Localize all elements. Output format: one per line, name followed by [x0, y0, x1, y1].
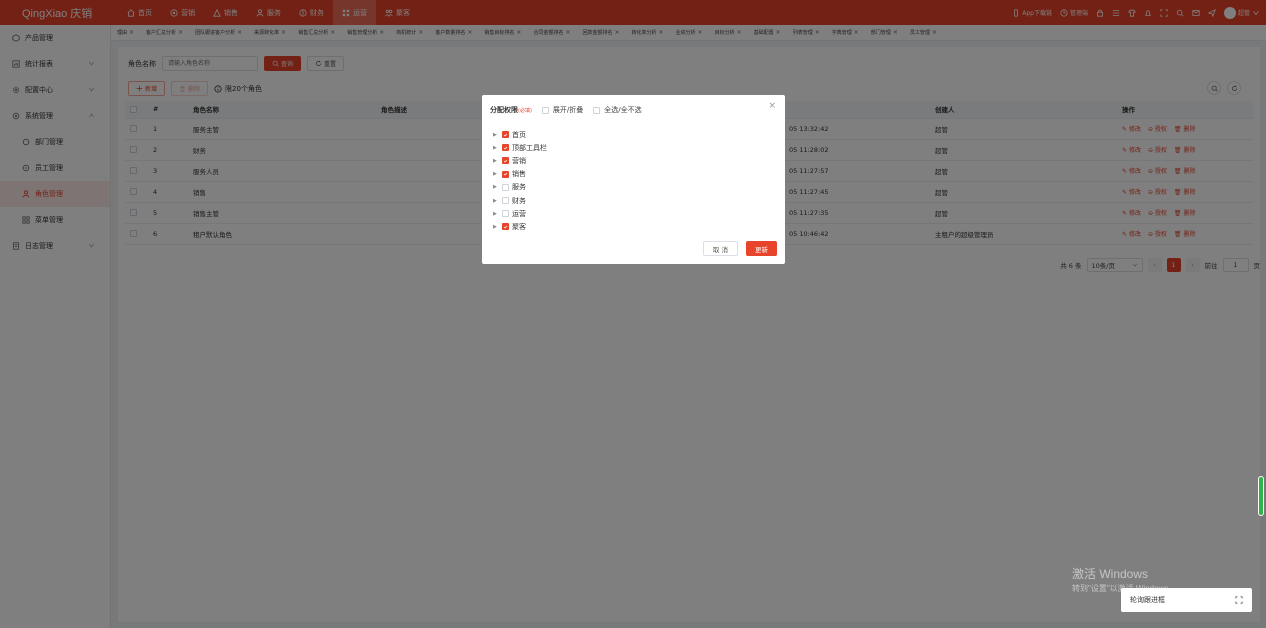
watermark-title: 激活 Windows: [1072, 567, 1149, 581]
permission-tree: ▶ 首页 ▶ 顶部工具栏 ▶ 营销 ▶ 销售 ▶ 服务 ▶ 财务 ▶ 运营 ▶ …: [493, 128, 547, 234]
caret-right-icon[interactable]: ▶: [493, 145, 499, 151]
checkbox-box[interactable]: [593, 106, 601, 114]
polling-followup-box[interactable]: 轮询跟进框: [1121, 588, 1252, 612]
update-button[interactable]: 更新: [746, 241, 777, 256]
tree-node-label: 顶部工具栏: [512, 143, 547, 152]
check-icon: [503, 133, 508, 137]
tree-node-operations[interactable]: ▶ 运营: [493, 207, 547, 220]
tree-checkbox[interactable]: [502, 144, 509, 152]
tree-node-toolbar[interactable]: ▶ 顶部工具栏: [493, 141, 547, 154]
cancel-button[interactable]: 取 消: [702, 241, 738, 256]
dialog-footer: 取 消 更新: [702, 241, 777, 256]
tree-node-sales[interactable]: ▶ 销售: [493, 168, 547, 181]
caret-right-icon[interactable]: ▶: [493, 224, 499, 230]
check-icon: [503, 146, 508, 150]
tree-node-service[interactable]: ▶ 服务: [493, 181, 547, 194]
select-all-label: 全选/全不选: [604, 106, 642, 114]
dialog-header: 分配权限(必填) 展开/折叠 全选/全不选: [490, 105, 642, 115]
tree-checkbox[interactable]: [502, 223, 509, 231]
caret-right-icon[interactable]: ▶: [493, 184, 499, 190]
tree-node-marketing[interactable]: ▶ 营销: [493, 154, 547, 167]
tree-node-label: 财务: [512, 196, 526, 205]
caret-right-icon[interactable]: ▶: [493, 158, 499, 164]
caret-right-icon[interactable]: ▶: [493, 132, 499, 138]
tree-node-finance[interactable]: ▶ 财务: [493, 194, 547, 207]
tree-checkbox[interactable]: [502, 197, 509, 205]
polling-followup-label: 轮询跟进框: [1130, 596, 1165, 604]
expand-icon[interactable]: [1235, 596, 1243, 604]
check-icon: [503, 159, 508, 163]
select-all-checkbox[interactable]: 全选/全不选: [593, 105, 642, 115]
caret-right-icon[interactable]: ▶: [493, 211, 499, 217]
required-hint: (必填): [518, 108, 532, 114]
check-icon: [503, 172, 508, 176]
close-icon[interactable]: ×: [768, 101, 776, 111]
tree-node-label: 运营: [512, 209, 526, 218]
tree-node-label: 聚客: [512, 222, 526, 231]
tree-checkbox[interactable]: [502, 170, 509, 178]
tree-node-label: 服务: [512, 183, 526, 192]
tree-checkbox[interactable]: [502, 157, 509, 165]
tree-node-label: 营销: [512, 156, 526, 165]
tree-node-label: 首页: [512, 130, 526, 139]
expand-collapse-label: 展开/折叠: [552, 106, 584, 114]
tree-checkbox[interactable]: [502, 183, 509, 191]
caret-right-icon[interactable]: ▶: [493, 198, 499, 204]
dialog-title-text: 分配权限: [490, 106, 518, 114]
tree-checkbox[interactable]: [502, 131, 509, 139]
assign-permission-dialog: 分配权限(必填) 展开/折叠 全选/全不选 × ▶ 首页 ▶ 顶部工具栏 ▶ 营…: [482, 95, 785, 264]
tree-checkbox[interactable]: [502, 210, 509, 218]
tree-node-home[interactable]: ▶ 首页: [493, 128, 547, 141]
tree-node-label: 销售: [512, 170, 526, 179]
expand-collapse-checkbox[interactable]: 展开/折叠: [541, 105, 584, 115]
check-icon: [503, 225, 508, 229]
tree-node-juke[interactable]: ▶ 聚客: [493, 220, 547, 233]
caret-right-icon[interactable]: ▶: [493, 171, 499, 177]
side-scroll-handle[interactable]: [1258, 476, 1264, 516]
dialog-title: 分配权限(必填): [490, 105, 532, 115]
checkbox-box[interactable]: [541, 106, 549, 114]
